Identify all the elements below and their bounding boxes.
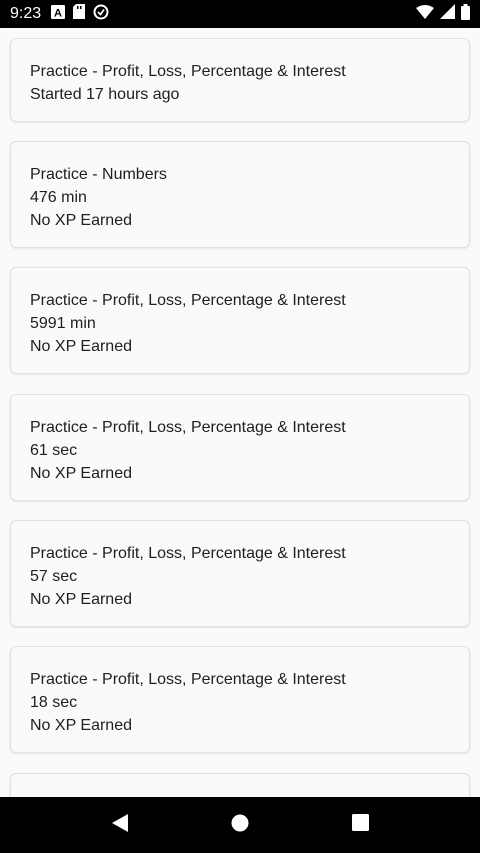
- recents-icon: [351, 814, 369, 836]
- activity-card[interactable]: Practice - Profit, Loss, Percentage & In…: [10, 394, 470, 501]
- recents-button[interactable]: [340, 805, 380, 845]
- card-title: Practice - Profit, Loss, Percentage & In…: [30, 671, 346, 688]
- activity-card[interactable]: Practice - Numbers 476 min No XP Earned: [10, 141, 470, 248]
- card-title: Practice - Profit, Loss, Percentage & In…: [30, 63, 346, 80]
- card-detail: 18 sec: [30, 694, 78, 711]
- card-title: Practice - Profit, Loss, Percentage & In…: [30, 545, 346, 562]
- activity-card[interactable]: Practice - Profit, Loss, Percentage & In…: [10, 267, 470, 374]
- card-detail: 57 sec: [30, 568, 78, 585]
- battery-icon: [461, 3, 470, 25]
- activity-card[interactable]: Practice - Profit, Loss, Percentage & In…: [10, 38, 470, 122]
- home-icon: [231, 814, 249, 837]
- back-icon: [111, 813, 129, 838]
- font-a-icon: A: [51, 4, 66, 24]
- status-bar: 9:23 A: [0, 0, 480, 28]
- card-xp: No XP Earned: [30, 717, 132, 734]
- card-detail: 61 sec: [30, 442, 78, 459]
- cellular-signal-icon: [440, 4, 455, 24]
- card-xp: No XP Earned: [30, 591, 132, 608]
- card-xp: No XP Earned: [30, 212, 132, 229]
- navigation-bar: [0, 797, 480, 853]
- card-detail: 476 min: [30, 189, 87, 206]
- home-button[interactable]: [220, 805, 260, 845]
- card-title: Practice - Profit, Loss, Percentage & In…: [30, 419, 346, 436]
- data-saver-icon: [93, 4, 109, 25]
- status-left-icons: A: [51, 4, 109, 25]
- svg-text:A: A: [54, 7, 62, 19]
- card-detail: 5991 min: [30, 315, 96, 332]
- status-time: 9:23: [10, 5, 42, 22]
- card-title: Practice - Profit, Loss, Percentage & In…: [30, 292, 346, 309]
- sd-card-icon: [73, 4, 86, 24]
- card-xp: No XP Earned: [30, 465, 132, 482]
- activity-list[interactable]: Practice - Profit, Loss, Percentage & In…: [0, 28, 480, 797]
- card-detail: Started 17 hours ago: [30, 86, 180, 103]
- card-title: Practice - Numbers: [30, 166, 167, 183]
- activity-card[interactable]: Practice - Profit, Loss, Percentage & In…: [10, 520, 470, 627]
- back-button[interactable]: [100, 805, 140, 845]
- card-xp: No XP Earned: [30, 338, 132, 355]
- activity-card-partial[interactable]: [10, 773, 470, 797]
- activity-card[interactable]: Practice - Profit, Loss, Percentage & In…: [10, 646, 470, 753]
- status-right-icons: [416, 3, 470, 25]
- wifi-icon: [416, 4, 434, 24]
